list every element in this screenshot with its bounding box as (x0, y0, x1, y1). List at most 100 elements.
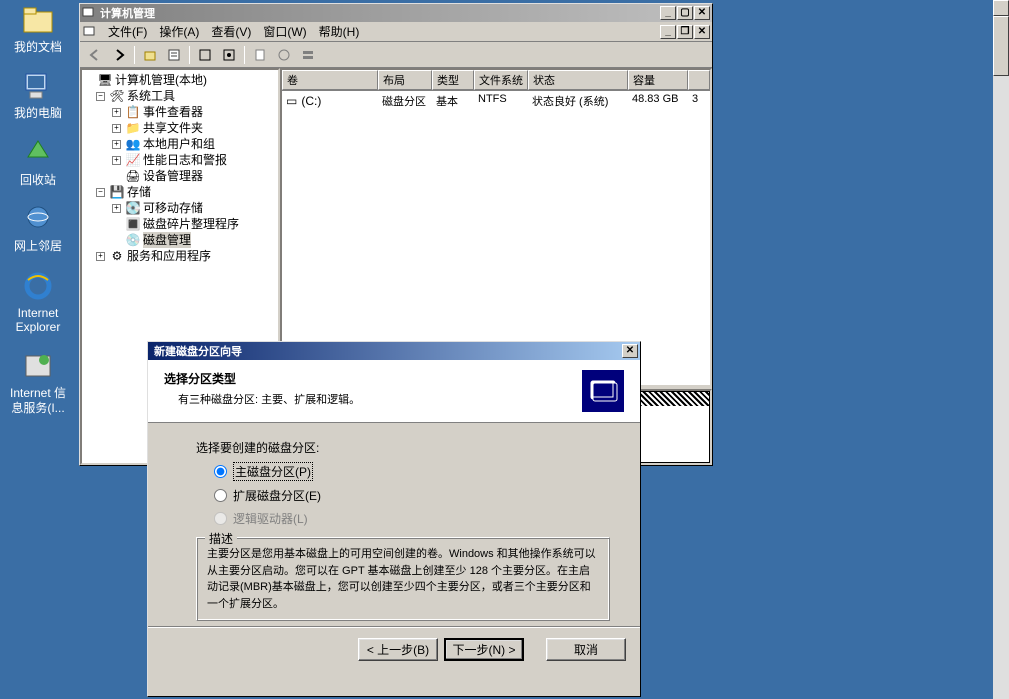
cancel-button[interactable]: 取消 (546, 638, 626, 661)
list-header: 卷 布局 类型 文件系统 状态 容量 (282, 70, 710, 91)
users-icon: 👥 (125, 136, 141, 152)
expander-icon[interactable]: + (112, 156, 121, 165)
col-extra[interactable] (688, 70, 710, 90)
vol-fs: NTFS (474, 92, 528, 110)
radio-label: 扩展磁盘分区(E) (233, 487, 321, 504)
expander-icon[interactable]: + (112, 108, 121, 117)
col-fs[interactable]: 文件系统 (474, 70, 528, 90)
col-volume[interactable]: 卷 (282, 70, 378, 90)
mdi-close-button[interactable]: ✕ (694, 25, 710, 39)
col-type[interactable]: 类型 (432, 70, 474, 90)
close-button[interactable]: ✕ (622, 344, 638, 358)
tree-defrag[interactable]: 磁盘碎片整理程序 (143, 216, 239, 232)
expander-icon[interactable]: − (96, 92, 105, 101)
disk-partition-icon (582, 370, 624, 412)
radio-primary-partition[interactable]: 主磁盘分区(P) (214, 462, 610, 481)
tree-storage[interactable]: 存储 (127, 184, 151, 200)
services-icon: ⚙ (109, 248, 125, 264)
back-button[interactable] (84, 44, 106, 66)
radio-logical-drive: 逻辑驱动器(L) (214, 510, 610, 527)
icon-label: Internet Explorer (16, 306, 61, 335)
radio-input[interactable] (214, 465, 227, 478)
expander-icon[interactable]: + (112, 204, 121, 213)
desktop-icon-iis[interactable]: Internet 信 息服务(I... (0, 350, 76, 415)
desktop-icon-computer[interactable]: 我的电脑 (0, 70, 76, 120)
disk-icon: 💿 (125, 232, 141, 248)
radio-extended-partition[interactable]: 扩展磁盘分区(E) (214, 487, 610, 504)
new-partition-wizard: 新建磁盘分区向导 ✕ 选择分区类型 有三种磁盘分区: 主要、扩展和逻辑。 选择要… (147, 341, 641, 697)
wizard-prompt: 选择要创建的磁盘分区: (196, 439, 610, 456)
radio-label: 逻辑驱动器(L) (233, 510, 308, 527)
mdi-restore-button[interactable]: ❐ (677, 25, 693, 39)
settings-button[interactable] (273, 44, 295, 66)
expander-icon[interactable]: + (112, 140, 121, 149)
scroll-thumb[interactable] (993, 16, 1009, 76)
vol-free: 3 (688, 92, 710, 110)
wizard-header-title: 选择分区类型 (164, 370, 582, 387)
scroll-up-button[interactable] (993, 0, 1009, 16)
col-status[interactable]: 状态 (528, 70, 628, 90)
menu-view[interactable]: 查看(V) (205, 21, 257, 42)
page-scrollbar[interactable] (993, 0, 1009, 699)
menu-help[interactable]: 帮助(H) (313, 21, 366, 42)
menu-file[interactable]: 文件(F) (102, 21, 153, 42)
vol-layout: 磁盘分区 (378, 92, 432, 110)
network-icon (22, 203, 54, 235)
maximize-button[interactable]: ▢ (677, 6, 693, 20)
volume-list[interactable]: 卷 布局 类型 文件系统 状态 容量 ▭(C:) 磁盘分区 基本 NTFS 状态… (280, 68, 712, 387)
desktop-icon-network[interactable]: 网上邻居 (0, 203, 76, 253)
volume-row[interactable]: ▭(C:) 磁盘分区 基本 NTFS 状态良好 (系统) 48.83 GB 3 (282, 91, 710, 111)
next-button[interactable]: 下一步(N) > (444, 638, 524, 661)
vol-capacity: 48.83 GB (628, 92, 688, 110)
radio-input (214, 512, 227, 525)
close-button[interactable]: ✕ (694, 6, 710, 20)
menubar: 文件(F) 操作(A) 查看(V) 窗口(W) 帮助(H) _ ❐ ✕ (80, 22, 712, 42)
icon-label: 回收站 (20, 173, 56, 187)
up-button[interactable] (139, 44, 161, 66)
expander-icon[interactable]: − (96, 188, 105, 197)
tree-root[interactable]: 计算机管理(本地) (115, 72, 207, 88)
tree-device-mgr[interactable]: 设备管理器 (143, 168, 203, 184)
menu-window[interactable]: 窗口(W) (257, 21, 312, 42)
wizard-button-row: < 上一步(B) 下一步(N) > 取消 (148, 627, 640, 671)
export-button[interactable] (218, 44, 240, 66)
vol-type: 基本 (432, 92, 474, 110)
refresh-button[interactable] (194, 44, 216, 66)
back-button[interactable]: < 上一步(B) (358, 638, 438, 661)
tree-services-apps[interactable]: 服务和应用程序 (127, 248, 211, 264)
mdi-minimize-button[interactable]: _ (660, 25, 676, 39)
tree-local-users[interactable]: 本地用户和组 (143, 136, 215, 152)
help-button[interactable] (249, 44, 271, 66)
properties-button[interactable] (163, 44, 185, 66)
expander-icon[interactable]: + (96, 252, 105, 261)
tree-removable[interactable]: 可移动存储 (143, 200, 203, 216)
desktop-icon-documents[interactable]: 我的文档 (0, 4, 76, 54)
removable-icon: 💽 (125, 200, 141, 216)
desktop-icon-recycle[interactable]: 回收站 (0, 137, 76, 187)
tree-event-viewer[interactable]: 事件查看器 (143, 104, 203, 120)
wizard-titlebar[interactable]: 新建磁盘分区向导 ✕ (148, 342, 640, 360)
desktop-icon-ie[interactable]: Internet Explorer (0, 270, 76, 335)
tree-shared-folders[interactable]: 共享文件夹 (143, 120, 203, 136)
computer-icon: 🖥 (97, 72, 113, 88)
iis-icon (22, 350, 54, 382)
computer-icon (22, 70, 54, 102)
forward-button[interactable] (108, 44, 130, 66)
desktop: 我的文档 我的电脑 回收站 网上邻居 Internet Explorer Int… (0, 0, 76, 431)
wizard-body: 选择要创建的磁盘分区: 主磁盘分区(P) 扩展磁盘分区(E) 逻辑驱动器(L) … (148, 423, 640, 627)
tree-perf-logs[interactable]: 性能日志和警报 (143, 152, 227, 168)
view-button[interactable] (297, 44, 319, 66)
titlebar[interactable]: 计算机管理 _ ▢ ✕ (80, 4, 712, 22)
menu-action[interactable]: 操作(A) (153, 21, 205, 42)
vol-status: 状态良好 (系统) (528, 92, 628, 110)
expander-icon[interactable]: + (112, 124, 121, 133)
tree-disk-mgmt[interactable]: 磁盘管理 (143, 232, 191, 248)
event-icon: 📋 (125, 104, 141, 120)
minimize-button[interactable]: _ (660, 6, 676, 20)
folder-icon (22, 4, 54, 36)
perf-icon: 📈 (125, 152, 141, 168)
radio-input[interactable] (214, 489, 227, 502)
col-capacity[interactable]: 容量 (628, 70, 688, 90)
tree-system-tools[interactable]: 系统工具 (127, 88, 175, 104)
col-layout[interactable]: 布局 (378, 70, 432, 90)
